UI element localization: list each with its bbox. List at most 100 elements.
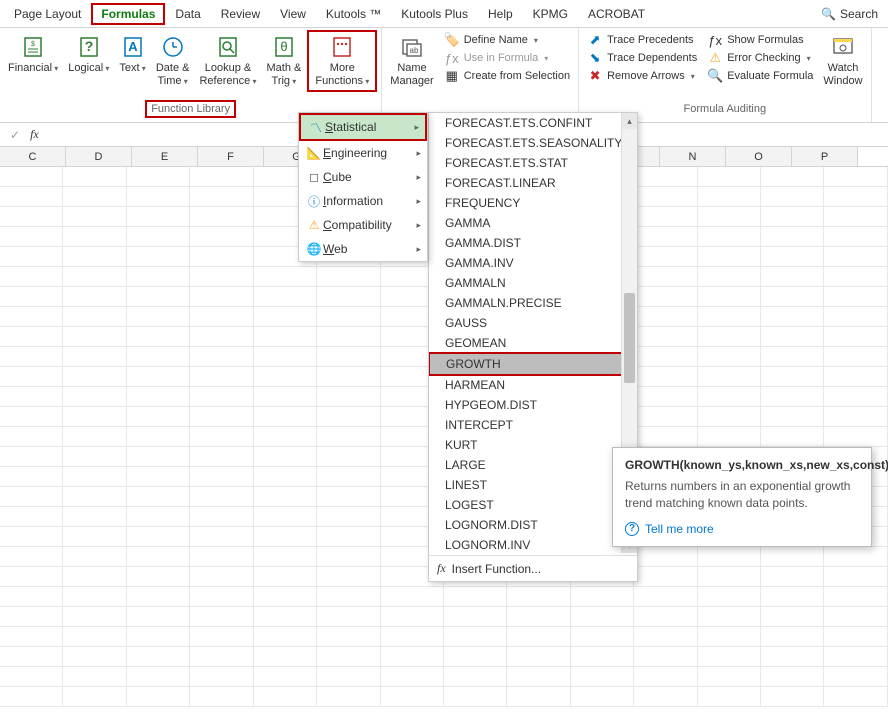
cell[interactable] — [698, 247, 761, 267]
cell[interactable] — [698, 627, 761, 647]
cell[interactable] — [63, 347, 126, 367]
cell[interactable] — [381, 607, 444, 627]
cell[interactable] — [127, 567, 190, 587]
cell[interactable] — [444, 667, 507, 687]
cell[interactable] — [507, 647, 570, 667]
cell[interactable] — [761, 227, 824, 247]
column-header[interactable]: O — [726, 147, 792, 166]
cell[interactable] — [634, 267, 697, 287]
cell[interactable] — [507, 627, 570, 647]
cell[interactable] — [761, 267, 824, 287]
cell[interactable] — [761, 327, 824, 347]
cell[interactable] — [63, 367, 126, 387]
cell[interactable] — [317, 387, 380, 407]
create-from-selection-button[interactable]: ▦ Create from Selection — [444, 68, 570, 84]
cell[interactable] — [634, 227, 697, 247]
cell[interactable] — [190, 247, 253, 267]
cell[interactable] — [0, 427, 63, 447]
math-trig-button[interactable]: θ Math & Trig — [262, 30, 305, 88]
tab-page-layout[interactable]: Page Layout — [4, 3, 91, 25]
cell[interactable] — [127, 267, 190, 287]
cell[interactable] — [824, 247, 887, 267]
cell[interactable] — [127, 347, 190, 367]
cell[interactable] — [634, 367, 697, 387]
cell[interactable] — [634, 607, 697, 627]
cell[interactable] — [254, 447, 317, 467]
function-item[interactable]: LOGNORM.DIST — [429, 515, 637, 535]
cell[interactable] — [190, 407, 253, 427]
cell[interactable] — [63, 267, 126, 287]
cell[interactable] — [254, 287, 317, 307]
cell[interactable] — [0, 407, 63, 427]
cell[interactable] — [63, 227, 126, 247]
cell[interactable] — [254, 527, 317, 547]
logical-button[interactable]: ? Logical — [64, 30, 113, 75]
cell[interactable] — [190, 187, 253, 207]
cell[interactable] — [698, 367, 761, 387]
cell[interactable] — [698, 307, 761, 327]
function-item[interactable]: HYPGEOM.DIST — [429, 395, 637, 415]
cell[interactable] — [761, 567, 824, 587]
cell[interactable] — [63, 507, 126, 527]
cell[interactable] — [698, 347, 761, 367]
cell[interactable] — [127, 167, 190, 187]
cell[interactable] — [317, 587, 380, 607]
function-item[interactable]: LARGE — [429, 455, 637, 475]
tab-kpmg[interactable]: KPMG — [523, 3, 578, 25]
tell-me-more-link[interactable]: ? Tell me more — [625, 522, 859, 536]
function-item[interactable]: GAMMA.INV — [429, 253, 637, 273]
fx-icon[interactable]: fx — [30, 127, 39, 142]
cell[interactable] — [824, 627, 887, 647]
name-manager-button[interactable]: ab Name Manager — [386, 30, 437, 88]
cell[interactable] — [634, 387, 697, 407]
cell[interactable] — [824, 687, 887, 707]
cell[interactable] — [317, 407, 380, 427]
function-item[interactable]: GAUSS — [429, 313, 637, 333]
cell[interactable] — [634, 407, 697, 427]
cell[interactable] — [317, 267, 380, 287]
cell[interactable] — [761, 647, 824, 667]
cell[interactable] — [127, 287, 190, 307]
cell[interactable] — [317, 607, 380, 627]
cell[interactable] — [190, 427, 253, 447]
cell[interactable] — [317, 667, 380, 687]
cell[interactable] — [698, 687, 761, 707]
function-item[interactable]: GAMMA.DIST — [429, 233, 637, 253]
cell[interactable] — [381, 627, 444, 647]
cell[interactable] — [761, 367, 824, 387]
define-name-button[interactable]: 🏷️ Define Name ▾ — [444, 32, 570, 48]
error-checking-button[interactable]: ⚠Error Checking▾ — [707, 50, 813, 66]
cell[interactable] — [0, 687, 63, 707]
cell[interactable] — [0, 467, 63, 487]
cell[interactable] — [444, 587, 507, 607]
cell[interactable] — [63, 447, 126, 467]
cell[interactable] — [571, 647, 634, 667]
text-button[interactable]: A Text — [115, 30, 149, 75]
cell[interactable] — [444, 687, 507, 707]
cell[interactable] — [63, 547, 126, 567]
cell[interactable] — [761, 167, 824, 187]
cell[interactable] — [634, 247, 697, 267]
cell[interactable] — [63, 567, 126, 587]
tab-data[interactable]: Data — [165, 3, 210, 25]
cell[interactable] — [63, 167, 126, 187]
cell[interactable] — [761, 667, 824, 687]
cell[interactable] — [127, 527, 190, 547]
cell[interactable] — [0, 247, 63, 267]
cell[interactable] — [63, 607, 126, 627]
cell[interactable] — [127, 407, 190, 427]
tab-formulas[interactable]: Formulas — [91, 3, 165, 25]
cell[interactable] — [190, 207, 253, 227]
cell[interactable] — [0, 487, 63, 507]
cell[interactable] — [634, 667, 697, 687]
cell[interactable] — [444, 647, 507, 667]
cell[interactable] — [254, 667, 317, 687]
trace-precedents-button[interactable]: ⬈Trace Precedents — [587, 32, 697, 48]
cell[interactable] — [381, 647, 444, 667]
cell[interactable] — [761, 547, 824, 567]
cell[interactable] — [381, 667, 444, 687]
cell[interactable] — [254, 327, 317, 347]
function-item[interactable]: LINEST — [429, 475, 637, 495]
cell[interactable] — [761, 687, 824, 707]
menu-item-compatibility[interactable]: ⚠ Compatibility ▸ — [299, 213, 427, 237]
